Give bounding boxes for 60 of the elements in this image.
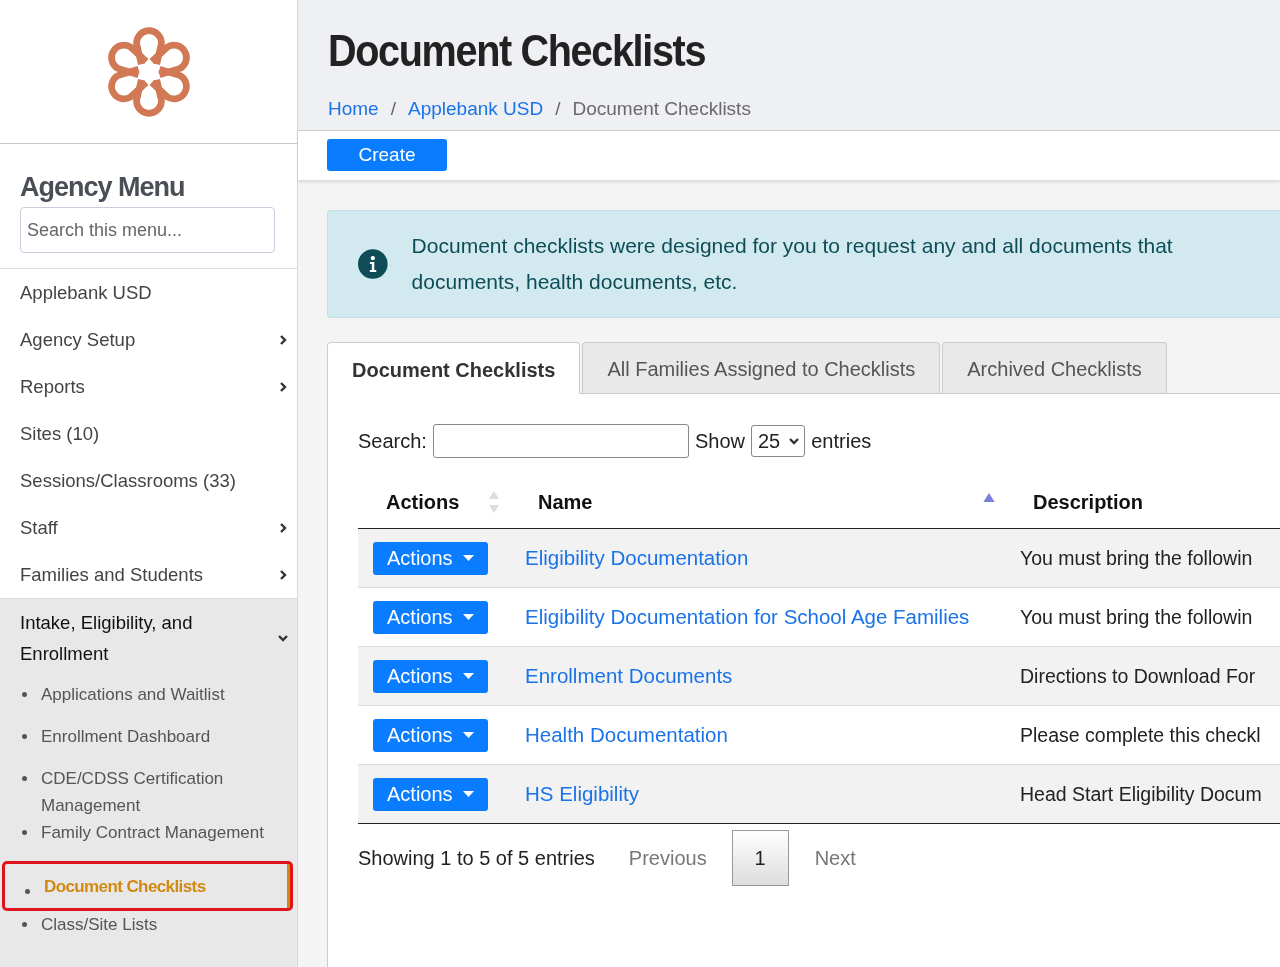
breadcrumb-link[interactable]: Applebank USD xyxy=(407,98,544,120)
entries-label: entries xyxy=(811,429,872,453)
sort-ascending-icon xyxy=(983,492,995,502)
previous-link[interactable]: Previous xyxy=(628,846,732,870)
caret-icon xyxy=(462,673,474,679)
info-message: Document checklists were designed for you to request any and all documents that documents, health documents, etc. xyxy=(411,233,1174,295)
table-cell: Please complete this checkl xyxy=(1020,723,1261,746)
checklist-name-link[interactable]: Eligibility Documentation for School Age Families xyxy=(525,605,970,628)
caret-icon xyxy=(462,614,474,620)
sort-icon xyxy=(488,490,500,514)
chevron-down-icon xyxy=(277,632,289,644)
column-header[interactable]: Description xyxy=(1005,478,1280,529)
search-label: Search: xyxy=(358,429,427,453)
entries-info: Showing 1 to 5 of 5 entries xyxy=(358,846,595,870)
page-size-select[interactable]: 25 xyxy=(750,425,806,457)
checklist-name-link[interactable]: Health Documentation xyxy=(525,723,728,746)
tab[interactable]: Archived Checklists xyxy=(942,342,1167,393)
column-header[interactable]: Actions xyxy=(358,478,510,529)
show-label: Show xyxy=(694,429,745,453)
checklist-name-link[interactable]: HS Eligibility xyxy=(525,782,639,805)
submenu-item[interactable]: Enrollment Dashboard xyxy=(0,723,297,765)
breadcrumb-current: Document Checklists xyxy=(572,98,751,120)
actions-dropdown-button[interactable]: Actions xyxy=(373,718,488,752)
info-icon xyxy=(358,249,388,279)
breadcrumb-separator: / xyxy=(555,98,561,120)
tab[interactable]: Document Checklists xyxy=(327,342,581,394)
breadcrumb-separator: / xyxy=(390,98,396,120)
breadcrumb-link[interactable]: Home xyxy=(328,98,379,120)
actions-dropdown-button[interactable]: Actions xyxy=(373,659,488,693)
table-cell: Head Start Eligibility Docum xyxy=(1020,782,1262,805)
column-header[interactable]: Name xyxy=(510,478,1005,529)
submenu-item[interactable]: Applications and Waitlist xyxy=(0,681,297,723)
checklist-name-link[interactable]: Enrollment Documents xyxy=(525,664,733,687)
actions-dropdown-button[interactable]: Actions xyxy=(373,777,488,811)
next-link[interactable]: Next xyxy=(814,846,881,870)
submenu-item[interactable]: CDE/CDSS Certification Management xyxy=(0,765,297,819)
actions-dropdown-button[interactable]: Actions xyxy=(373,600,488,634)
chevron-down-icon xyxy=(788,435,801,447)
table-cell: You must bring the followin xyxy=(1020,605,1253,628)
chevron-right-icon xyxy=(277,568,289,581)
sidebar-item[interactable]: Intake, Eligibility, and Enrollment xyxy=(0,598,297,677)
caret-icon xyxy=(462,732,474,738)
page-title: Document Checklists xyxy=(328,26,707,76)
menu-search-field[interactable]: Search this menu... xyxy=(20,207,275,253)
checklist-name-link[interactable]: Eligibility Documentation xyxy=(525,546,749,569)
actions-dropdown-button[interactable]: Actions xyxy=(373,541,488,575)
submenu-item[interactable]: Family Contract Management xyxy=(0,819,297,861)
caret-icon xyxy=(462,555,474,561)
search-field[interactable] xyxy=(432,424,689,458)
page-button[interactable]: 1 xyxy=(731,830,789,886)
create-button[interactable]: Create xyxy=(327,139,447,171)
table-cell: Directions to Download For xyxy=(1020,664,1256,687)
submenu-item[interactable]: Class/Site Lists xyxy=(0,911,297,953)
chevron-right-icon xyxy=(277,380,289,393)
chevron-right-icon xyxy=(277,333,289,346)
table-cell: You must bring the followin xyxy=(1020,546,1253,569)
tab[interactable]: All Families Assigned to Checklists xyxy=(582,342,941,393)
caret-icon xyxy=(462,791,474,797)
menu-heading: Agency Menu xyxy=(20,172,186,203)
chevron-right-icon xyxy=(277,521,289,534)
